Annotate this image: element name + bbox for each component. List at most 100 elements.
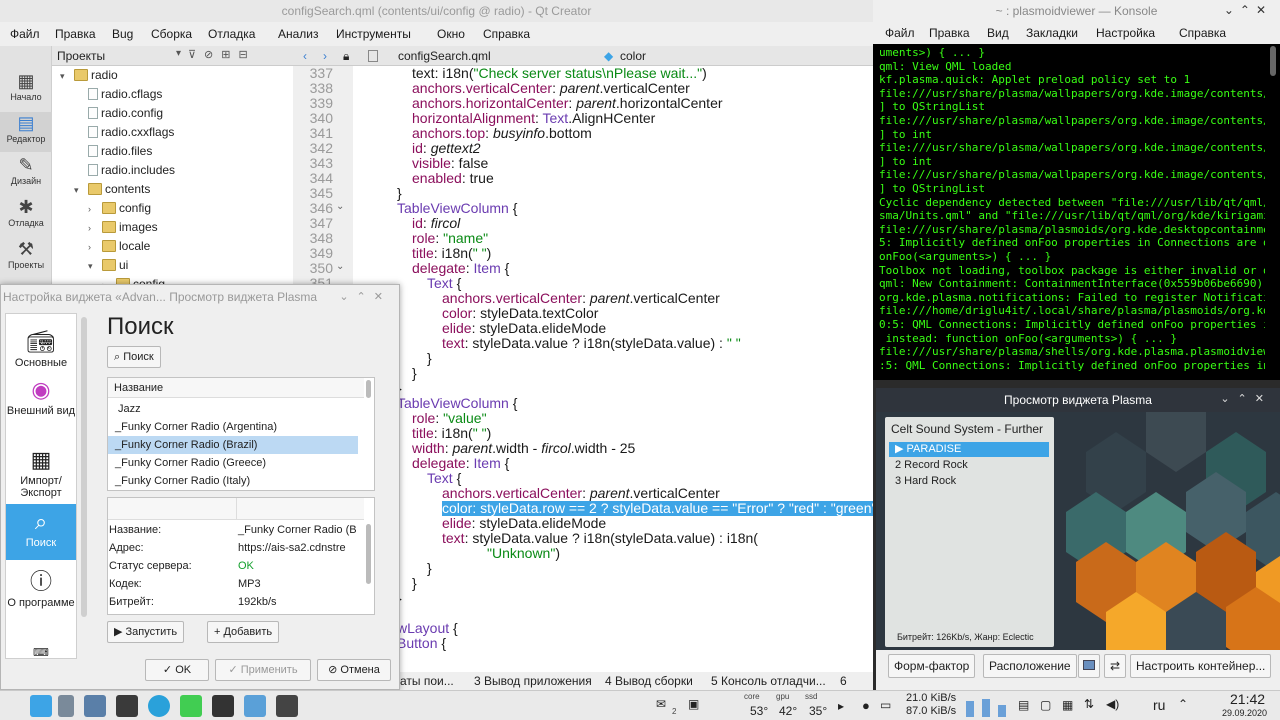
tree-file[interactable]: radio.config (74, 104, 163, 123)
menu-window[interactable]: Окно (437, 22, 465, 46)
chevron-down-icon[interactable]: ▾ (176, 48, 181, 59)
expand-tray-icon[interactable]: ⌃ (1178, 697, 1188, 711)
track-item[interactable]: 3 Hard Rock (889, 474, 1049, 489)
ok-button[interactable]: ✓ OK (145, 659, 209, 681)
configure-containment-button[interactable]: Настроить контейнер... (1130, 654, 1272, 678)
k-menu-settings[interactable]: Настройка (1096, 22, 1155, 44)
telegram-icon[interactable] (148, 695, 170, 717)
menu-debug[interactable]: Отладка (208, 22, 255, 46)
code-editor[interactable]: text: i18n("Check server status\nPlease … (353, 66, 873, 676)
volume-icon[interactable]: ◀) (1106, 697, 1119, 711)
window-controls[interactable]: ⌄⌃✕ (1224, 3, 1272, 17)
output-tab-debug-console[interactable]: 5 Консоль отладчи... (711, 674, 826, 688)
menu-analyze[interactable]: Анализ (278, 22, 319, 46)
window-icon[interactable]: ▭ (880, 698, 891, 712)
media-stop-icon[interactable]: ● (862, 698, 870, 713)
k-menu-help[interactable]: Справка (1179, 22, 1226, 44)
details-scrollbar[interactable] (366, 524, 371, 584)
menu-tools[interactable]: Инструменты (336, 22, 411, 46)
display-icon[interactable]: ▤ (1018, 698, 1029, 712)
station-row[interactable]: _Funky Corner Radio (Brazil) (108, 436, 358, 454)
color-picker-icon[interactable] (1078, 654, 1100, 678)
location-button[interactable]: Расположение (983, 654, 1077, 678)
window-task-icon[interactable] (276, 695, 298, 717)
mode-welcome[interactable]: ▦ Начало (0, 70, 52, 110)
track-item[interactable]: ▶ PARADISE (889, 442, 1049, 457)
expand-arrow-icon[interactable]: › (88, 238, 102, 257)
station-row[interactable]: _Funky Corner Radio (Italy) (108, 472, 358, 490)
tree-folder[interactable]: ▾ radio (60, 66, 118, 85)
expand-arrow-icon[interactable]: ▾ (88, 257, 102, 276)
settings-icon[interactable]: ⇄ (1104, 654, 1126, 678)
expand-arrow-icon[interactable]: ▾ (60, 67, 74, 86)
sidebar-item[interactable]: 📻︎ Основные (6, 324, 76, 370)
terminal-scrollbar[interactable] (1270, 46, 1276, 76)
projects-tools[interactable]: ⊽⊘⊞⊟ (188, 48, 256, 61)
terminal-output[interactable]: uments>) { ... } qml: View QML loaded kf.p… (879, 46, 1265, 376)
add-button[interactable]: + Добавить (207, 621, 280, 643)
keyboard-layout[interactable]: ru (1153, 697, 1165, 713)
sidebar-item[interactable]: ⌕ Поиск (6, 504, 76, 560)
tree-folder[interactable]: ▾ contents (74, 180, 150, 199)
app-launcher-icon[interactable] (30, 695, 52, 717)
symbol-selector[interactable]: color (620, 49, 646, 63)
sidebar-item[interactable]: ⓘ О программе (6, 564, 76, 644)
back-arrow-icon[interactable]: ‹ (303, 49, 307, 63)
notes-icon[interactable]: ✉ (656, 697, 666, 711)
menu-bug[interactable]: Bug (112, 22, 133, 46)
k-menu-view[interactable]: Вид (987, 22, 1009, 44)
tree-folder[interactable]: ▾ ui (88, 256, 128, 275)
output-tab-build-output[interactable]: 4 Вывод сборки (605, 674, 693, 688)
open-file-selector[interactable]: configSearch.qml (398, 49, 491, 63)
forward-arrow-icon[interactable]: › (323, 49, 327, 63)
tree-folder[interactable]: › config (88, 199, 151, 218)
list-scrollbar[interactable] (366, 380, 371, 398)
window-controls[interactable]: ⌄⌃✕ (339, 290, 391, 303)
form-factor-button[interactable]: Форм-фактор (888, 654, 976, 678)
vivaldi-icon[interactable] (116, 695, 138, 717)
menu-help[interactable]: Справка (483, 22, 530, 46)
output-tab-search[interactable]: аты пои... (400, 674, 454, 688)
plasma-viewer-task-icon[interactable] (244, 695, 266, 717)
mode-debug[interactable]: ✱ Отладка (0, 196, 52, 236)
sidebar-item[interactable]: ◉ Внешний вид (6, 372, 76, 436)
station-row[interactable]: _Funky Corner Radio (Argentina) (108, 418, 358, 436)
projects-dropdown[interactable]: Проекты (57, 49, 105, 63)
mode-projects[interactable]: ⚒ Проекты (0, 238, 52, 278)
station-row[interactable]: Jazz (108, 400, 358, 418)
k-menu-bookmarks[interactable]: Закладки (1026, 22, 1078, 44)
clock-time[interactable]: 21:42 (1230, 691, 1265, 707)
fold-chevron-icon[interactable]: ⌄ (336, 201, 344, 212)
sidebar-item[interactable]: ▦ Импорт/ Экспорт (6, 442, 76, 500)
search-button[interactable]: ⌕ Поиск (107, 346, 161, 368)
window-controls[interactable]: ⌄⌃✕ (1220, 392, 1272, 405)
mode-design[interactable]: ✎ Дизайн (0, 154, 52, 194)
track-item[interactable]: 2 Record Rock (889, 458, 1049, 473)
file-manager-icon[interactable] (84, 695, 106, 717)
apps-icon[interactable]: ▦ (1062, 698, 1073, 712)
tree-file[interactable]: radio.files (74, 142, 152, 161)
qt-creator-icon[interactable] (180, 695, 202, 717)
fold-chevron-icon[interactable]: ⌄ (336, 261, 344, 272)
k-menu-file[interactable]: Файл (885, 22, 915, 44)
output-tab-app-output[interactable]: 3 Вывод приложения (474, 674, 592, 688)
mode-editor[interactable]: ▤ Редактор (0, 112, 52, 152)
tree-folder[interactable]: › locale (88, 237, 150, 256)
monitor-icon[interactable]: ▢ (1040, 698, 1051, 712)
menu-file[interactable]: Файл (10, 22, 40, 46)
apply-button[interactable]: ✓ Применить (215, 659, 311, 681)
tree-file[interactable]: radio.cflags (74, 85, 162, 104)
list-column-header[interactable]: Название (108, 378, 364, 398)
menu-build[interactable]: Сборка (151, 22, 192, 46)
tree-folder[interactable]: › images (88, 218, 158, 237)
expand-arrow-icon[interactable]: › (88, 219, 102, 238)
expand-arrow-icon[interactable]: › (88, 200, 102, 219)
tree-file[interactable]: radio.cxxflags (74, 123, 174, 142)
clipboard-icon[interactable]: ▣ (688, 697, 699, 711)
menu-edit[interactable]: Правка (55, 22, 96, 46)
k-menu-edit[interactable]: Правка (929, 22, 970, 44)
cancel-button[interactable]: ⊘ Отмена (317, 659, 391, 681)
station-row[interactable]: _Funky Corner Radio (Greece) (108, 454, 358, 472)
expand-arrow-icon[interactable]: ▾ (74, 181, 88, 200)
desktop-icon[interactable] (58, 695, 74, 717)
